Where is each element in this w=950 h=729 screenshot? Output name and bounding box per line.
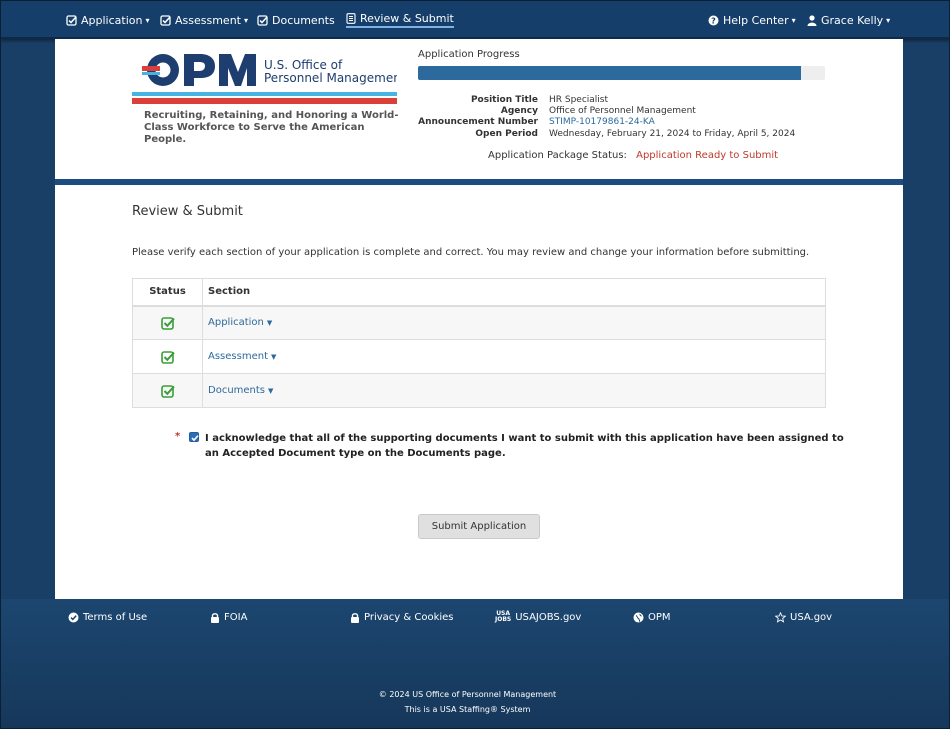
package-status-value: Application Ready to Submit: [636, 150, 779, 161]
caret-down-icon: ▾: [145, 15, 150, 25]
question-circle-icon: ?: [708, 15, 719, 26]
user-icon: [807, 14, 817, 26]
star-icon: [775, 611, 786, 623]
logo-org-line2: Personnel Management: [264, 71, 397, 85]
application-progress-bar: [418, 66, 825, 80]
nav-help-center-label: Help Center: [723, 13, 789, 27]
check-square-icon: [160, 14, 171, 26]
caret-down-icon: ▼: [271, 353, 277, 361]
footer-usagov-link[interactable]: USA.gov: [775, 610, 832, 624]
globe-icon: [633, 612, 644, 623]
table-header-row: Status Section: [132, 278, 826, 307]
package-status: Application Package Status: Application …: [488, 150, 778, 161]
caret-down-icon: ▾: [243, 15, 248, 25]
position-title-label: Position Title: [470, 95, 538, 105]
table-row: Application ▼: [132, 305, 826, 340]
check-square-icon: [257, 14, 268, 26]
opm-logo: U.S. Office of Personnel Management: [132, 52, 406, 110]
caret-down-icon: ▾: [886, 15, 891, 25]
column-header-section: Section: [202, 278, 826, 307]
caret-down-icon: ▾: [791, 15, 796, 25]
check-square-icon: [160, 384, 175, 398]
review-submit-panel: Review & Submit Please verify each secti…: [55, 185, 903, 599]
nav-help-center[interactable]: ? Help Center ▾: [708, 12, 796, 28]
nav-documents[interactable]: Documents: [257, 12, 335, 28]
caret-down-icon: ▼: [268, 387, 274, 395]
section-name: Assessment: [208, 351, 268, 362]
acknowledge-text: I acknowledge that all of the supporting…: [205, 433, 844, 459]
announcement-label: Announcement Number: [418, 117, 538, 127]
application-header: U.S. Office of Personnel Management Recr…: [55, 39, 903, 179]
footer-usajobs-label: USAJOBS.gov: [515, 611, 582, 623]
open-period-value: Wednesday, February 21, 2024 to Friday, …: [549, 129, 796, 139]
nav-application-label: Application: [81, 13, 143, 27]
status-cell: [132, 305, 203, 340]
section-link-documents[interactable]: Documents ▼: [208, 385, 273, 396]
check-square-icon: [160, 350, 175, 364]
agency-value: Office of Personnel Management: [549, 106, 696, 116]
footer-copyright: © 2024 US Office of Personnel Management…: [0, 687, 935, 717]
section-link-application[interactable]: Application ▼: [208, 317, 272, 328]
column-header-status: Status: [132, 278, 203, 307]
section-cell: Documents ▼: [202, 373, 826, 408]
section-name: Application: [208, 317, 264, 329]
nav-user-menu[interactable]: Grace Kelly ▾: [807, 12, 890, 28]
nav-review-submit[interactable]: Review & Submit: [346, 12, 454, 28]
open-period-label: Open Period: [475, 129, 538, 139]
status-cell: [132, 373, 203, 408]
footer-terms-link[interactable]: Terms of Use: [68, 610, 147, 624]
page-title: Review & Submit: [132, 204, 243, 219]
announcement-row: Announcement Number STIMP-10179861-24-KA: [385, 117, 835, 129]
svg-text:?: ?: [711, 16, 716, 25]
footer-opm-link[interactable]: OPM: [633, 610, 671, 624]
opm-tagline: Recruiting, Retaining, and Honoring a Wo…: [144, 110, 399, 145]
lock-icon: [210, 612, 220, 623]
footer-privacy-label: Privacy & Cookies: [364, 611, 454, 623]
footer-opm-label: OPM: [648, 611, 671, 623]
logo-org-line1: U.S. Office of: [264, 58, 343, 72]
footer-foia-link[interactable]: FOIA: [210, 610, 247, 624]
nav-assessment[interactable]: Assessment ▾: [160, 12, 248, 28]
section-cell: Application ▼: [202, 305, 826, 340]
required-marker: *: [175, 431, 181, 442]
nav-documents-label: Documents: [272, 13, 335, 27]
footer-usajobs-link[interactable]: USA JOBS USAJOBS.gov: [495, 610, 581, 624]
open-period-row: Open Period Wednesday, February 21, 2024…: [385, 129, 835, 141]
announcement-link[interactable]: STIMP-10179861-24-KA: [549, 117, 655, 127]
nav-application[interactable]: Application ▾: [66, 12, 149, 28]
footer-privacy-link[interactable]: Privacy & Cookies: [350, 610, 454, 624]
table-row: Assessment ▼: [132, 339, 826, 374]
top-navigation: Application ▾ Assessment ▾ Documents Rev…: [0, 0, 950, 39]
nav-assessment-label: Assessment: [175, 13, 241, 27]
usajobs-logo: USA JOBS: [495, 611, 511, 623]
review-table: Status Section Application ▼ Assessment …: [132, 278, 826, 408]
copyright-text: © 2024 US Office of Personnel Management: [378, 690, 557, 699]
progress-label: Application Progress: [418, 49, 520, 60]
progress-fill: [418, 66, 801, 80]
agency-label: Agency: [500, 106, 538, 116]
nav-review-submit-label: Review & Submit: [360, 12, 454, 25]
usajobs-logo-bottom: JOBS: [495, 616, 512, 623]
acknowledge-checkbox[interactable]: [189, 432, 199, 442]
section-name: Documents: [208, 385, 266, 396]
system-text: This is a USA Staffing® System: [404, 705, 531, 714]
footer-usagov-label: USA.gov: [790, 611, 833, 623]
section-link-assessment[interactable]: Assessment ▼: [208, 351, 276, 362]
footer-terms-label: Terms of Use: [83, 611, 148, 623]
intro-text: Please verify each section of your appli…: [132, 247, 810, 258]
nav-user-name: Grace Kelly: [821, 13, 884, 27]
document-icon: [346, 13, 356, 24]
footer-foia-label: FOIA: [224, 611, 248, 623]
section-cell: Assessment ▼: [202, 339, 826, 374]
status-cell: [132, 339, 203, 374]
submit-application-button[interactable]: Submit Application: [418, 514, 540, 539]
check-square-icon: [66, 14, 77, 26]
position-title-value: HR Specialist: [549, 95, 609, 105]
package-status-label: Application Package Status:: [488, 150, 627, 161]
check-square-icon: [160, 316, 175, 330]
lock-icon: [350, 612, 360, 623]
table-row: Documents ▼: [132, 373, 826, 408]
check-circle-icon: [68, 612, 79, 623]
caret-down-icon: ▼: [266, 319, 273, 328]
